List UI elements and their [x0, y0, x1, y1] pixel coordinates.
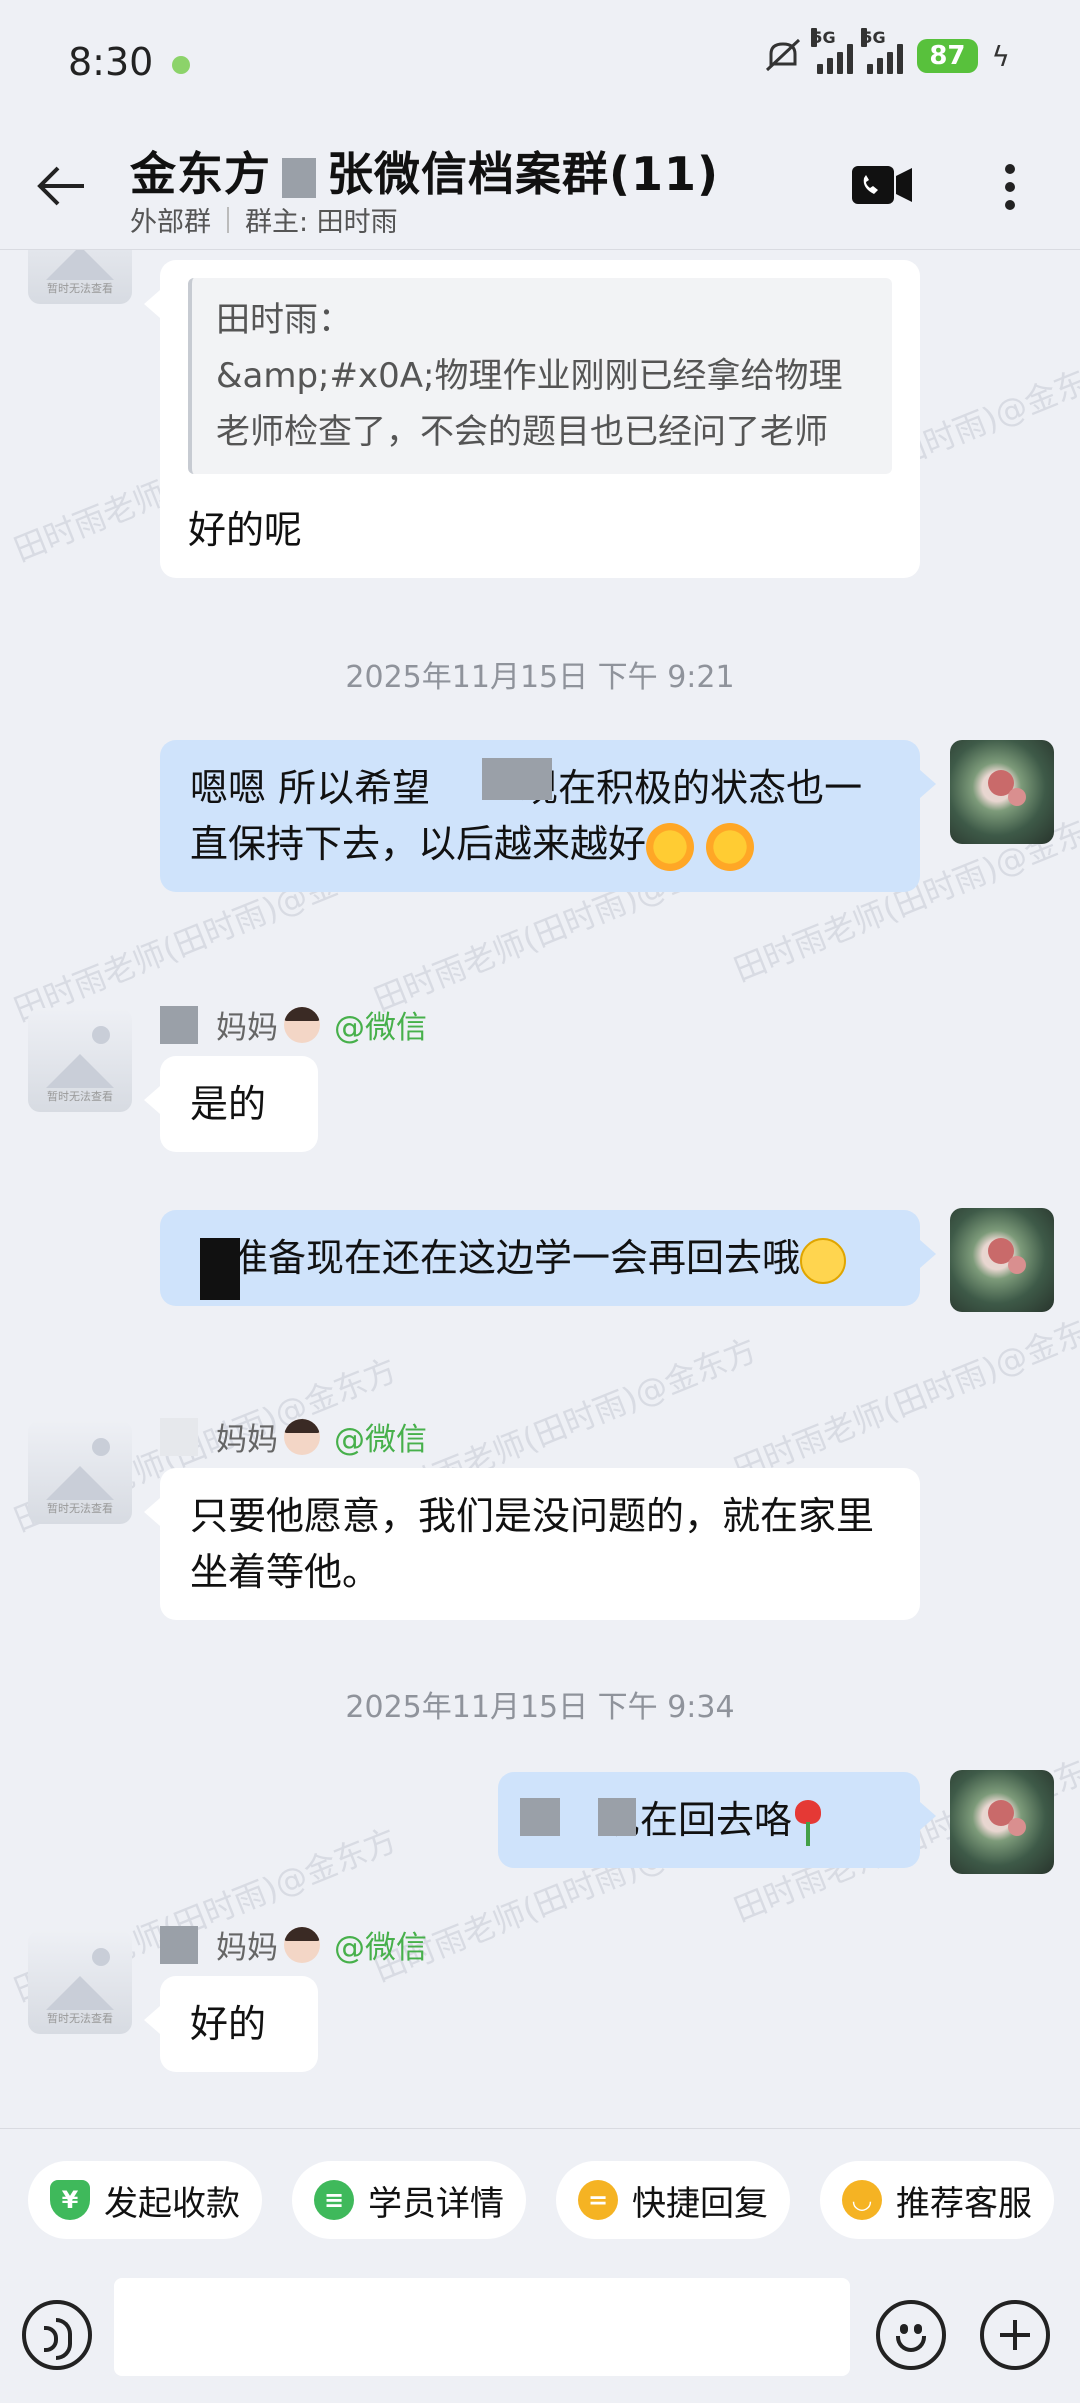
group-title: 金东方 张微信档案群(11): [130, 147, 720, 201]
service-icon: ◡: [842, 2180, 882, 2220]
smile-emoji-icon: [800, 1237, 847, 1284]
timestamp: 2025年11月15日 下午 9:21: [345, 660, 735, 695]
group-owner: 群主: 田时雨: [245, 207, 398, 238]
message-bubble-outgoing[interactable]: 准备现在还在这边学一会再回去哦: [160, 1210, 936, 1306]
message-bubble-outgoing[interactable]: 现在回去咯: [498, 1772, 936, 1868]
my-avatar[interactable]: [950, 1770, 1054, 1874]
external-group-tag: 外部群: [130, 207, 211, 238]
rose-emoji-icon: [792, 1799, 822, 1846]
video-call-icon[interactable]: [852, 164, 912, 206]
divider: [227, 206, 229, 233]
wechat-notification-icon: [172, 56, 190, 74]
user-list-icon: ≡: [314, 2180, 354, 2220]
message-bubble-incoming[interactable]: 好的: [144, 1976, 318, 2072]
quoted-message[interactable]: 田时雨： &amp;#x0A;物理作业刚刚已经拿给物理老师检查了，不会的题目也已…: [188, 278, 892, 474]
status-icons: 5G 5G 87 ϟ: [763, 28, 1010, 74]
redaction-mask: [200, 1238, 240, 1300]
my-avatar[interactable]: [950, 1208, 1054, 1312]
signal-icon-1: 5G: [811, 28, 854, 74]
mute-icon: [766, 38, 801, 72]
charging-icon: ϟ: [991, 39, 1010, 73]
voice-input-icon[interactable]: [22, 2300, 92, 2370]
message-bubble-incoming[interactable]: 只要他愿意，我们是没问题的，就在家里坐着等他。: [144, 1468, 920, 1620]
avatar[interactable]: 暂时无法查看: [28, 1930, 132, 2034]
student-details-button[interactable]: ≡ 学员详情: [292, 2161, 526, 2239]
quick-reply-button[interactable]: = 快捷回复: [556, 2161, 790, 2239]
message-text: 好的呢: [188, 508, 303, 552]
message-list[interactable]: 田时雨老师(田时雨)@金东方 田时雨老师(田时雨)@金东方 田时雨老师(田时雨)…: [0, 250, 1080, 2128]
woman-emoji-icon: [284, 1006, 320, 1043]
watermark: 田时雨老师(田时雨)@金东方: [728, 1300, 1080, 1490]
sender-name: 妈妈 @微信: [160, 1414, 427, 1459]
shield-yen-icon: ¥: [50, 2180, 90, 2220]
redaction-mask: [160, 1925, 198, 1964]
timestamp: 2025年11月15日 下午 9:34: [345, 1690, 735, 1725]
quick-reply-icon: =: [578, 2180, 618, 2220]
group-subtitle: 外部群 群主: 田时雨: [130, 200, 398, 239]
quick-action-bar: ¥ 发起收款 ≡ 学员详情 = 快捷回复 ◡ 推荐客服: [0, 2128, 1080, 2278]
chat-header: 金东方 张微信档案群(11) 外部群 群主: 田时雨: [0, 130, 1080, 250]
message-input[interactable]: [114, 2278, 850, 2376]
emoji-picker-icon[interactable]: [876, 2300, 946, 2370]
battery-indicator: 87: [917, 39, 978, 73]
sun-emoji-icon: [646, 822, 695, 871]
sender-name: 妈妈 @微信: [160, 1922, 427, 1967]
message-bubble-incoming[interactable]: 田时雨： &amp;#x0A;物理作业刚刚已经拿给物理老师检查了，不会的题目也已…: [144, 260, 920, 578]
recommend-service-button[interactable]: ◡ 推荐客服: [820, 2161, 1054, 2239]
redaction-mask: [520, 1798, 560, 1836]
more-options-icon[interactable]: [996, 158, 1024, 214]
my-avatar[interactable]: [950, 740, 1054, 844]
status-bar: 8:30 5G 5G 87 ϟ: [0, 0, 1080, 130]
avatar[interactable]: 暂时无法查看: [28, 250, 132, 304]
redaction-mask: [160, 1417, 198, 1456]
clock: 8:30: [68, 40, 154, 84]
quote-sender: 田时雨：: [216, 300, 352, 340]
message-bubble-incoming[interactable]: 是的: [144, 1056, 318, 1152]
woman-emoji-icon: [284, 1418, 320, 1455]
redaction-mask: [598, 1798, 636, 1836]
avatar[interactable]: 暂时无法查看: [28, 1420, 132, 1524]
sender-name: 妈妈 @微信: [160, 1002, 427, 1047]
input-bar: [0, 2278, 1080, 2403]
redaction-mask: [282, 158, 316, 198]
woman-emoji-icon: [284, 1926, 320, 1963]
collect-payment-button[interactable]: ¥ 发起收款: [28, 2161, 262, 2239]
more-actions-plus-icon[interactable]: [980, 2300, 1050, 2370]
quote-text: &amp;#x0A;物理作业刚刚已经拿给物理老师检查了，不会的题目也已经问了老师: [216, 356, 843, 452]
redaction-mask: [482, 758, 552, 800]
sun-emoji-icon: [706, 822, 755, 871]
redaction-mask: [160, 1005, 198, 1044]
signal-icon-2: 5G: [861, 28, 904, 74]
back-arrow-icon[interactable]: [34, 158, 90, 214]
avatar[interactable]: 暂时无法查看: [28, 1008, 132, 1112]
